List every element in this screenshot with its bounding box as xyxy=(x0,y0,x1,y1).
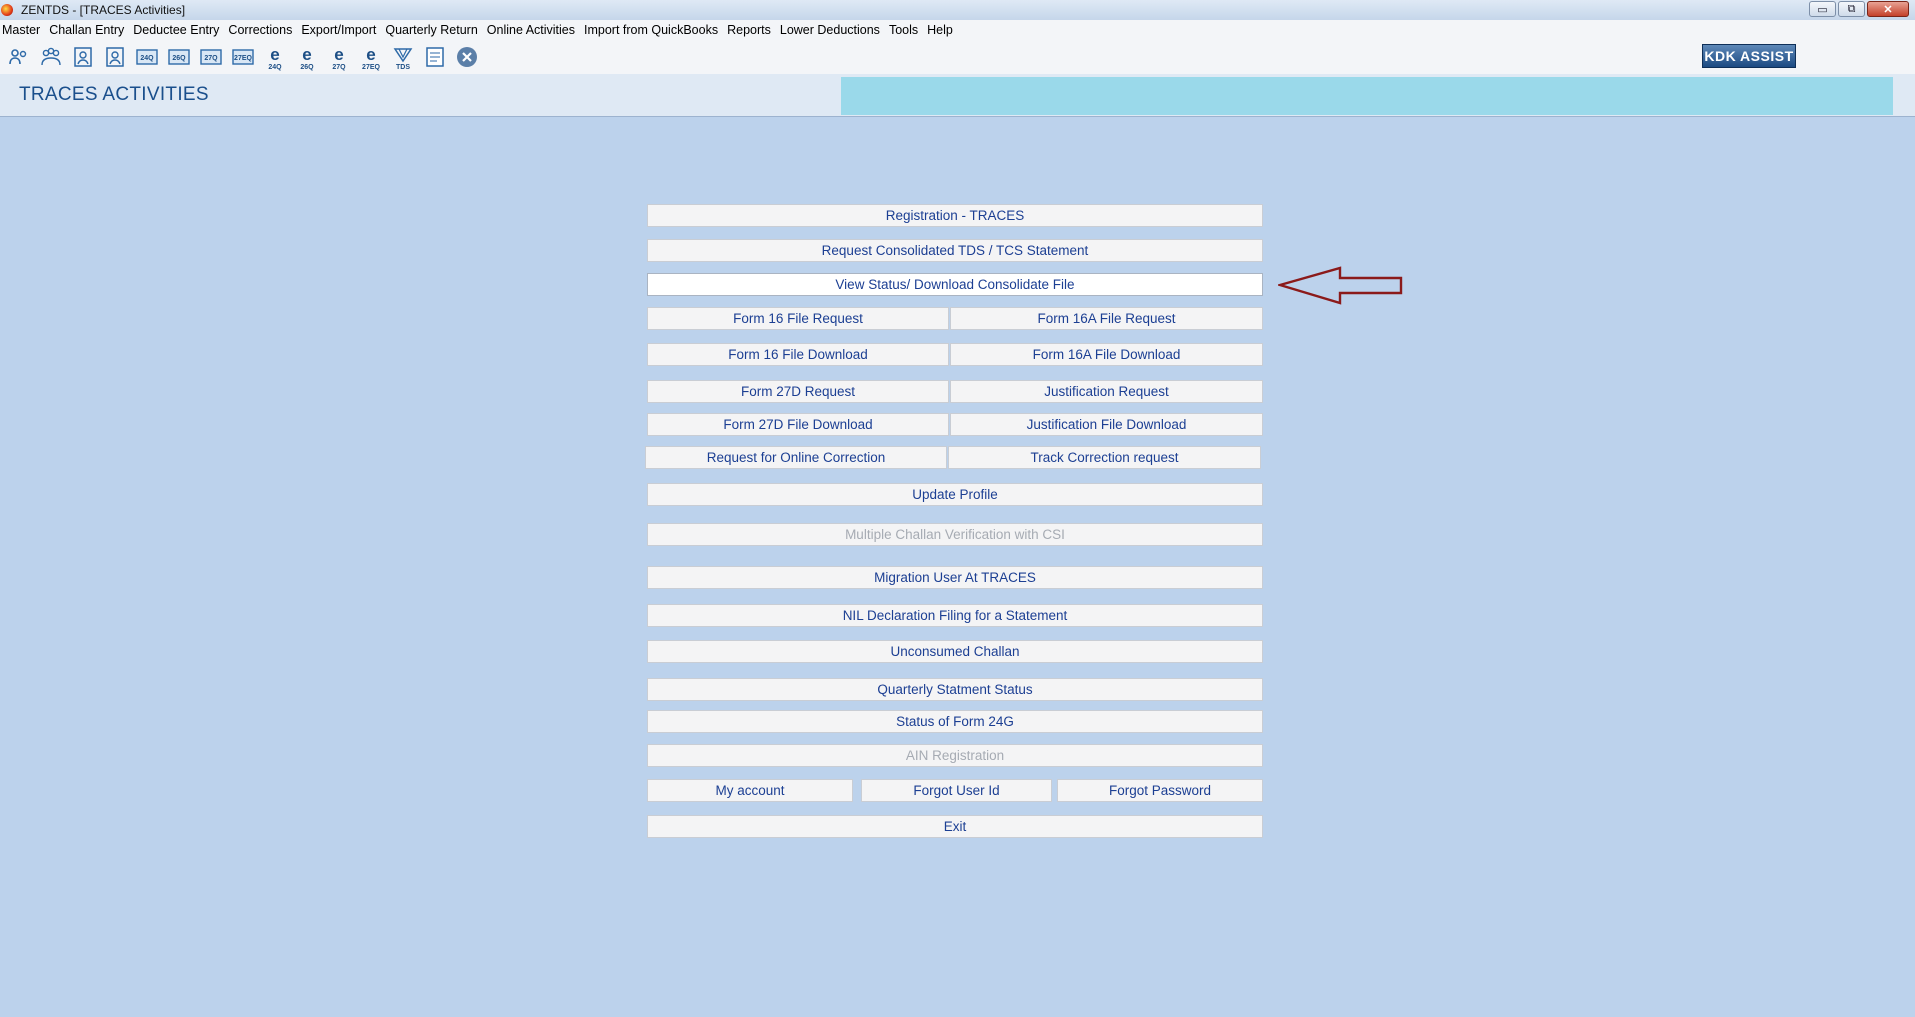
e-26q-icon[interactable]: e 26Q xyxy=(294,44,320,71)
form-27q-icon[interactable]: 27Q xyxy=(198,44,224,70)
form16-file-download-button[interactable]: Form 16 File Download xyxy=(647,343,949,366)
svg-text:e: e xyxy=(302,45,311,64)
e-24q-icon[interactable]: e 24Q xyxy=(262,44,288,71)
group-icon[interactable] xyxy=(38,44,64,70)
quarterly-statement-status-button[interactable]: Quarterly Statment Status xyxy=(647,678,1263,701)
ain-registration-button: AIN Registration xyxy=(647,744,1263,767)
document-icon[interactable] xyxy=(422,44,448,70)
restore-button[interactable]: ⧉ xyxy=(1838,1,1865,17)
svg-text:e: e xyxy=(270,45,279,64)
menu-tools[interactable]: Tools xyxy=(887,23,925,37)
form27d-file-download-button[interactable]: Form 27D File Download xyxy=(647,413,949,436)
exit-button[interactable]: Exit xyxy=(647,815,1263,838)
menu-challan-entry[interactable]: Challan Entry xyxy=(47,23,131,37)
menu-bar: Master Challan Entry Deductee Entry Corr… xyxy=(0,20,1915,40)
tds-icon[interactable]: TDS xyxy=(390,44,416,71)
page-header: TRACES ACTIVITIES xyxy=(0,74,1915,117)
close-circle-icon[interactable] xyxy=(454,44,480,70)
toolbar: 24Q 26Q 27Q 27EQ e 24Q e 26Q e 27Q e 27E… xyxy=(0,40,1915,74)
e-27eq-icon[interactable]: e 27EQ xyxy=(358,44,384,71)
header-band xyxy=(841,77,1893,115)
unconsumed-challan-button[interactable]: Unconsumed Challan xyxy=(647,640,1263,663)
e-27q-icon[interactable]: e 27Q xyxy=(326,44,352,71)
app-icon xyxy=(1,4,13,16)
online-correction-button[interactable]: Request for Online Correction xyxy=(645,446,947,469)
registration-traces-button[interactable]: Registration - TRACES xyxy=(647,204,1263,227)
pointer-arrow-icon xyxy=(1278,266,1403,305)
menu-corrections[interactable]: Corrections xyxy=(226,23,299,37)
view-status-download-button[interactable]: View Status/ Download Consolidate File xyxy=(647,273,1263,296)
my-account-button[interactable]: My account xyxy=(647,779,853,802)
justification-request-button[interactable]: Justification Request xyxy=(950,380,1263,403)
minimize-button[interactable]: ▭ xyxy=(1809,1,1836,17)
menu-lower-deductions[interactable]: Lower Deductions xyxy=(778,23,887,37)
menu-deductee-entry[interactable]: Deductee Entry xyxy=(131,23,226,37)
nil-declaration-button[interactable]: NIL Declaration Filing for a Statement xyxy=(647,604,1263,627)
svg-text:e: e xyxy=(366,45,375,64)
menu-help[interactable]: Help xyxy=(925,23,960,37)
menu-reports[interactable]: Reports xyxy=(725,23,778,37)
form16a-file-download-button[interactable]: Form 16A File Download xyxy=(950,343,1263,366)
track-correction-button[interactable]: Track Correction request xyxy=(948,446,1261,469)
form-24q-icon[interactable]: 24Q xyxy=(134,44,160,70)
header-edge xyxy=(1893,74,1915,116)
forgot-password-button[interactable]: Forgot Password xyxy=(1057,779,1263,802)
menu-export-import[interactable]: Export/Import xyxy=(299,23,383,37)
justification-file-download-button[interactable]: Justification File Download xyxy=(950,413,1263,436)
form16a-file-request-button[interactable]: Form 16A File Request xyxy=(950,307,1263,330)
status-form24g-button[interactable]: Status of Form 24G xyxy=(647,710,1263,733)
person-card-icon[interactable] xyxy=(70,44,96,70)
page-title: TRACES ACTIVITIES xyxy=(19,84,209,105)
form-26q-icon[interactable]: 26Q xyxy=(166,44,192,70)
form-27eq-icon[interactable]: 27EQ xyxy=(230,44,256,70)
menu-master[interactable]: Master xyxy=(0,23,47,37)
menu-import-quickbooks[interactable]: Import from QuickBooks xyxy=(582,23,725,37)
forgot-user-id-button[interactable]: Forgot User Id xyxy=(861,779,1052,802)
request-consolidated-button[interactable]: Request Consolidated TDS / TCS Statement xyxy=(647,239,1263,262)
form16-file-request-button[interactable]: Form 16 File Request xyxy=(647,307,949,330)
svg-text:e: e xyxy=(334,45,343,64)
window-title: ZENTDS - [TRACES Activities] xyxy=(21,3,186,17)
person-card-icon[interactable] xyxy=(102,44,128,70)
kdk-assist-button[interactable]: KDK ASSIST xyxy=(1702,44,1796,68)
title-bar: ZENTDS - [TRACES Activities] ▭ ⧉ ✕ xyxy=(0,0,1915,21)
menu-quarterly-return[interactable]: Quarterly Return xyxy=(383,23,484,37)
close-window-button[interactable]: ✕ xyxy=(1867,1,1909,17)
form27d-request-button[interactable]: Form 27D Request xyxy=(647,380,949,403)
update-profile-button[interactable]: Update Profile xyxy=(647,483,1263,506)
migration-user-button[interactable]: Migration User At TRACES xyxy=(647,566,1263,589)
menu-online-activities[interactable]: Online Activities xyxy=(485,23,582,37)
users-icon[interactable] xyxy=(6,44,32,70)
multiple-challan-verification-button: Multiple Challan Verification with CSI xyxy=(647,523,1263,546)
window-controls: ▭ ⧉ ✕ xyxy=(1809,1,1909,17)
